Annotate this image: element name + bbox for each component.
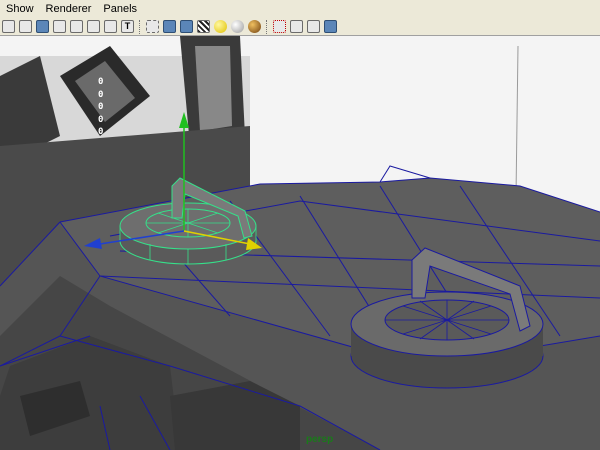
high-quality-icon[interactable] [324, 20, 337, 33]
menu-bar: Show Renderer Panels [0, 0, 600, 18]
panel-toolbar: T [0, 18, 600, 36]
camera-attributes-icon[interactable] [19, 20, 32, 33]
film-gate-icon[interactable] [87, 20, 100, 33]
checker-icon[interactable] [197, 20, 210, 33]
menu-renderer[interactable]: Renderer [40, 0, 98, 18]
heads-up-readout: 0 0 0 0 0 [98, 76, 103, 139]
camera-name-label: persp [306, 434, 334, 445]
perspective-viewport[interactable]: 0 0 0 0 0 [0, 36, 600, 450]
isolate-select-icon[interactable] [273, 20, 286, 33]
shadows-icon[interactable] [248, 20, 261, 33]
readout-value: 0 [98, 77, 104, 87]
smooth-shade-icon[interactable] [163, 20, 176, 33]
readout-value: 0 [98, 89, 104, 100]
resolution-gate-icon[interactable] [104, 20, 117, 33]
xray-joints-icon[interactable] [307, 20, 320, 33]
bookmarks-icon[interactable] [36, 20, 49, 33]
toolbar-separator [139, 19, 142, 34]
select-camera-icon[interactable] [2, 20, 15, 33]
image-plane-icon[interactable] [53, 20, 66, 33]
textured-icon[interactable] [180, 20, 193, 33]
readout-value: 0 [98, 127, 104, 137]
all-lights-icon[interactable] [231, 20, 244, 33]
grid-icon[interactable] [70, 20, 83, 33]
xray-icon[interactable] [290, 20, 303, 33]
wireframe-icon[interactable] [146, 20, 159, 33]
viewport-scene [0, 36, 600, 450]
text-icon[interactable]: T [121, 20, 134, 33]
toolbar-separator [266, 19, 269, 34]
default-light-icon[interactable] [214, 20, 227, 33]
readout-value: 0 [98, 102, 104, 112]
menu-panels[interactable]: Panels [97, 0, 143, 18]
readout-value: 0 [98, 114, 104, 125]
menu-show[interactable]: Show [0, 0, 40, 18]
